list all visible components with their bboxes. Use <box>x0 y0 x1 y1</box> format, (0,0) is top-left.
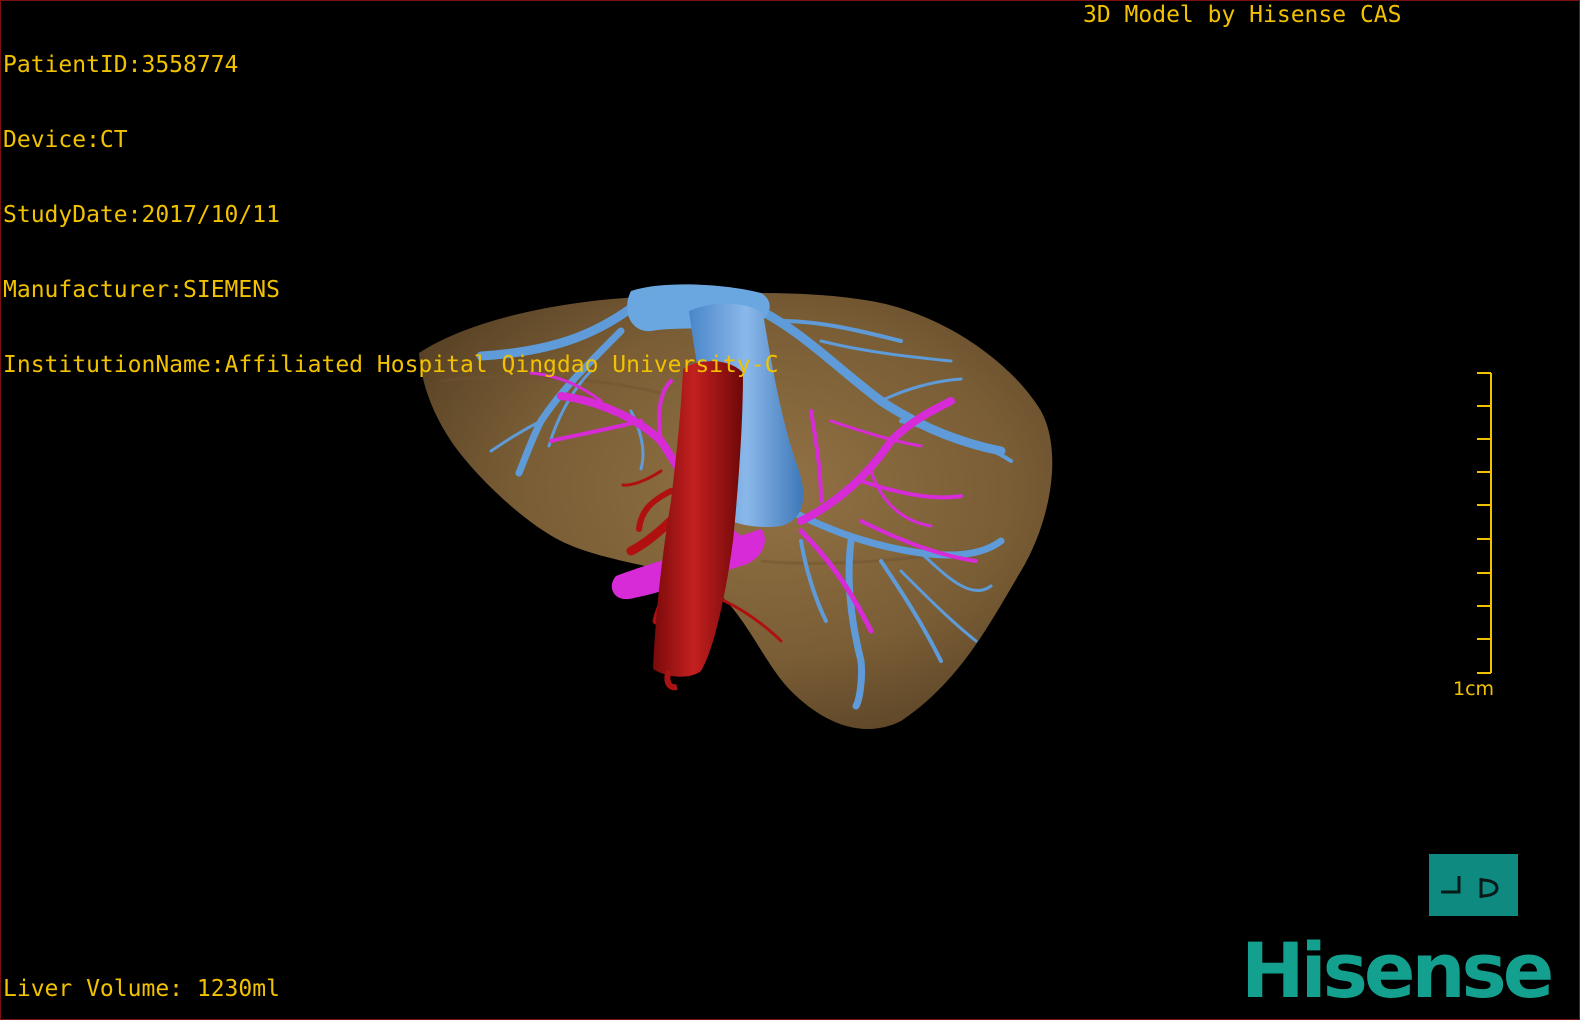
manufacturer: Manufacturer:SIEMENS <box>3 277 280 303</box>
orientation-button[interactable] <box>1429 854 1518 916</box>
render-viewport[interactable]: PatientID:3558774 Device:CT StudyDate:20… <box>0 0 1580 1020</box>
institution-name: InstitutionName:Affiliated Hospital Qing… <box>3 352 779 378</box>
liver-volume: Liver Volume: 1230ml <box>3 976 280 1002</box>
device: Device:CT <box>3 127 128 153</box>
model-credit: 3D Model by Hisense CAS <box>1083 2 1402 28</box>
patient-id: PatientID:3558774 <box>3 52 239 78</box>
study-info-overlay: PatientID:3558774 Device:CT StudyDate:20… <box>3 3 778 428</box>
hisense-logo: Hisense <box>1241 926 1554 1015</box>
scale-bar-label: 1cm <box>1453 678 1495 700</box>
study-date: StudyDate:2017/10/11 <box>3 202 280 228</box>
scale-bar <box>1477 372 1492 674</box>
orientation-icon <box>1441 876 1499 898</box>
